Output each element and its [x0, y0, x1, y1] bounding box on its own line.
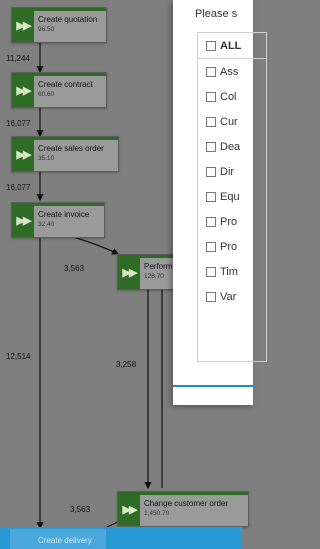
node-title: Create quotation [38, 15, 98, 24]
activity-icon: ▶▶ [12, 8, 34, 42]
list-item[interactable]: Tim [198, 259, 266, 284]
node-value: 35.10 [38, 155, 55, 162]
node-value: 1,450.70 [144, 510, 170, 517]
checkbox-icon[interactable] [206, 166, 216, 177]
attribute-selection-dialog: Please s ALL Ass Col Cur Dea Dir Equ Pro… [173, 0, 267, 405]
checkbox-icon[interactable] [206, 91, 216, 102]
checkbox-icon[interactable] [206, 241, 216, 252]
list-item-label: Ass [220, 65, 239, 78]
checkbox-icon[interactable] [206, 216, 216, 227]
list-item-label: Pro [220, 240, 238, 253]
edge-label: 16,077 [6, 119, 31, 128]
node-create-sales-order[interactable]: ▶▶ Create sales order 35.10 [11, 136, 119, 172]
list-item-label: Pro [220, 215, 238, 228]
activity-icon: ▶▶ [12, 203, 34, 237]
node-value: 128.70 [144, 273, 164, 280]
edge-label: 16,077 [6, 183, 31, 192]
bottom-bar: Create delivery [0, 527, 242, 549]
node-value: 60.60 [38, 91, 55, 98]
checkbox-icon[interactable] [206, 266, 216, 277]
node-change-customer-order[interactable]: ▶▶ Change customer order 1,450.70 [117, 491, 249, 527]
node-title: Create delivery [38, 536, 92, 545]
node-title: Create invoice [38, 210, 90, 219]
node-value: 96.50 [38, 26, 55, 33]
select-all-row[interactable]: ALL [198, 33, 266, 59]
checkbox-icon[interactable] [206, 116, 216, 127]
node-create-invoice[interactable]: ▶▶ Create invoice 32.40 [11, 202, 105, 238]
list-item[interactable]: Dir [198, 159, 266, 184]
list-item[interactable]: Col [198, 84, 266, 109]
edge-invoice-perform [69, 235, 120, 255]
list-item[interactable]: Dea [198, 134, 266, 159]
checkbox-icon[interactable] [206, 291, 216, 302]
node-create-contract[interactable]: ▶▶ Create contract 60.60 [11, 72, 107, 108]
node-title: Create sales order [38, 144, 104, 153]
list-item-label: Dea [220, 140, 241, 153]
list-item-label: Cur [220, 115, 238, 128]
select-all-label: ALL [220, 39, 242, 52]
checkbox-icon[interactable] [206, 40, 216, 51]
node-title: Perform [144, 262, 173, 271]
node-perform[interactable]: ▶▶ Perform 128.70 [117, 254, 181, 290]
dialog-prompt: Please s [195, 8, 238, 20]
checkbox-icon[interactable] [206, 191, 216, 202]
checkbox-icon[interactable] [206, 141, 216, 152]
edge-label: 3,258 [116, 360, 137, 369]
list-item[interactable]: Ass [198, 59, 266, 84]
list-item[interactable]: Equ [198, 184, 266, 209]
list-item-label: Var [220, 290, 237, 303]
node-title: Create contract [38, 80, 93, 89]
node-create-quotation[interactable]: ▶▶ Create quotation 96.50 [11, 7, 107, 43]
list-item[interactable]: Pro [198, 209, 266, 234]
attribute-list[interactable]: ALL Ass Col Cur Dea Dir Equ Pro Pro Tim … [197, 32, 267, 362]
edge-label: 3,563 [70, 505, 91, 514]
list-item-label: Equ [220, 190, 240, 203]
dialog-footer-divider [173, 385, 253, 387]
activity-icon: ▶▶ [12, 137, 34, 171]
edge-label: 3,563 [64, 264, 85, 273]
activity-icon: ▶▶ [118, 255, 140, 289]
list-item[interactable]: Pro [198, 234, 266, 259]
checkbox-icon[interactable] [206, 66, 216, 77]
list-item-label: Tim [220, 265, 238, 278]
edge-label: 11,244 [6, 54, 30, 63]
list-item-label: Dir [220, 165, 235, 178]
activity-icon: ▶▶ [118, 492, 140, 526]
list-item[interactable]: Cur [198, 109, 266, 134]
activity-icon: ▶▶ [12, 73, 34, 107]
node-value: 32.40 [38, 221, 55, 228]
node-title: Change customer order [144, 499, 229, 508]
list-item[interactable]: Var [198, 284, 266, 309]
edge-label: 12,514 [6, 352, 31, 361]
list-item-label: Col [220, 90, 237, 103]
